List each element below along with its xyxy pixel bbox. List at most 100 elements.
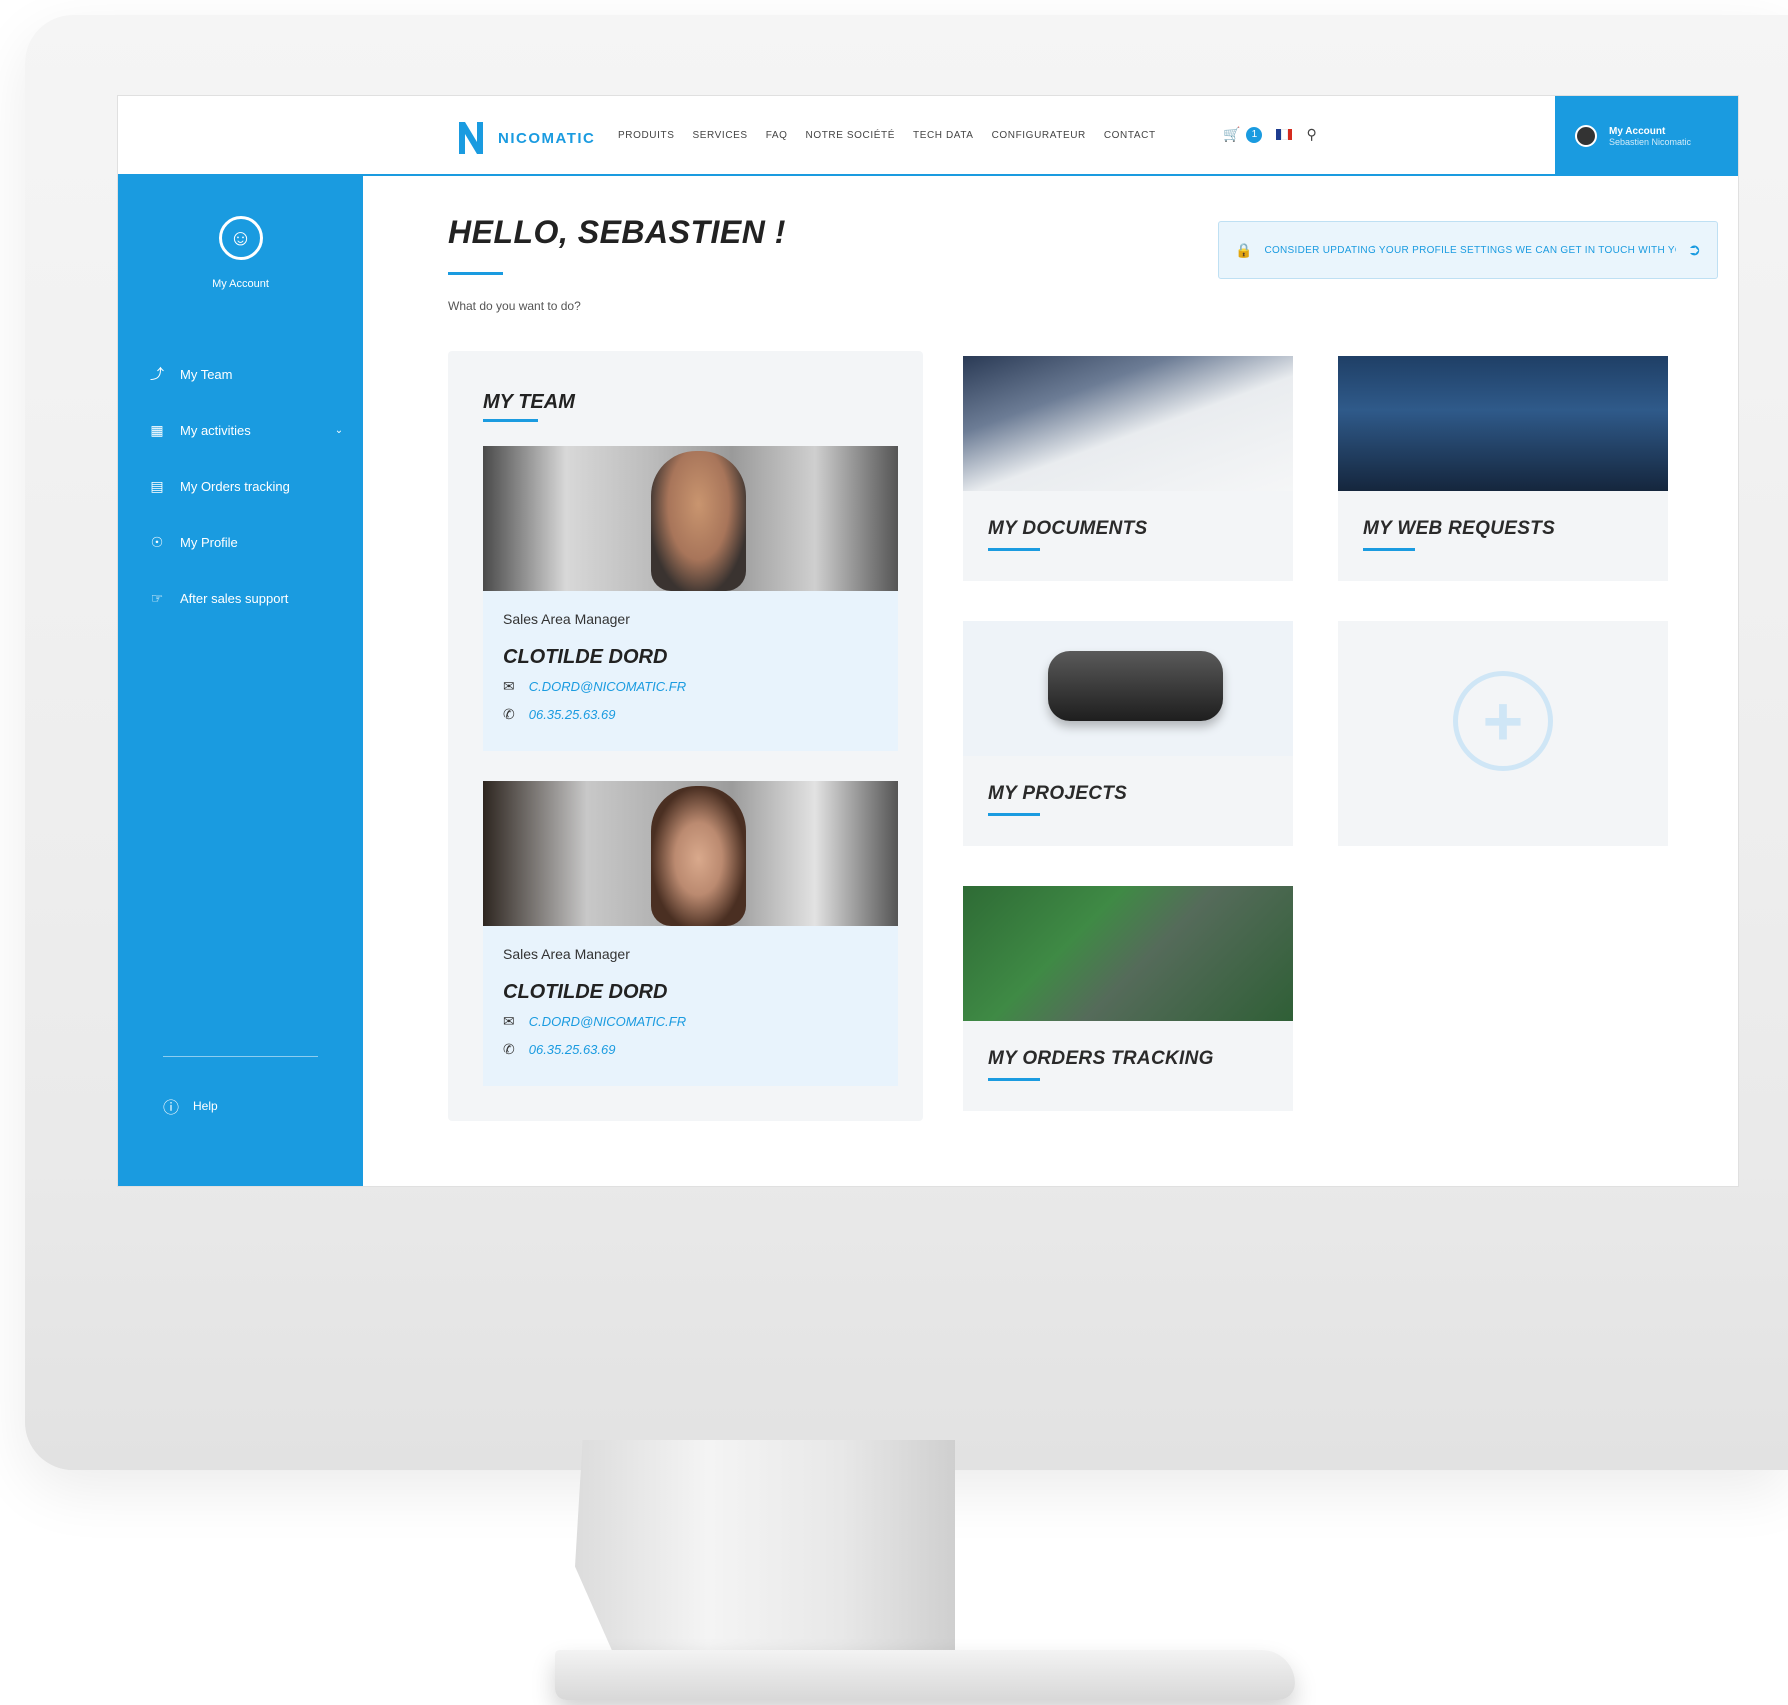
monitor-base xyxy=(555,1650,1295,1700)
sidebar-account[interactable]: ☺ My Account xyxy=(118,216,363,290)
plus-icon: + xyxy=(1453,671,1553,771)
help-icon: ⓘ xyxy=(163,1100,180,1117)
profile-icon: ☉ xyxy=(150,533,164,550)
cart-icon[interactable]: 🛒 xyxy=(1223,126,1240,143)
main-content: HELLO, SEBASTIEN ! What do you want to d… xyxy=(363,176,1738,1186)
documents-image xyxy=(963,356,1293,491)
member-email-text: C.DORD@NICOMATIC.FR xyxy=(528,679,687,694)
sidebar-account-label: My Account xyxy=(212,278,269,290)
tile-underline xyxy=(988,1078,1040,1081)
sidebar-item-my-profile[interactable]: ☉ My Profile xyxy=(148,514,343,570)
team-title: MY TEAM xyxy=(483,391,575,413)
tile-my-web-requests[interactable]: MY WEB REQUESTS xyxy=(1338,356,1668,581)
help-label: Help xyxy=(193,1099,218,1113)
sidebar-item-label: My activities xyxy=(180,422,251,438)
member-email[interactable]: ✉ C.DORD@NICOMATIC.FR xyxy=(503,678,686,695)
monitor-stand xyxy=(575,1440,955,1670)
member-phone[interactable]: ✆ 06.35.25.63.69 xyxy=(503,1041,615,1058)
sidebar-item-label: My Orders tracking xyxy=(180,478,290,494)
member-face xyxy=(651,451,746,591)
activities-icon: ▦ xyxy=(150,421,164,438)
tile-label: MY WEB REQUESTS xyxy=(1363,518,1556,539)
profile-notice[interactable]: 🔒 CONSIDER UPDATING YOUR PROFILE SETTING… xyxy=(1218,221,1718,279)
mail-icon: ✉ xyxy=(503,678,515,694)
cart-badge: 1 xyxy=(1246,126,1263,143)
flag-fr-icon[interactable] xyxy=(1276,129,1293,140)
projects-image xyxy=(963,621,1293,756)
member-phone-text: 06.35.25.63.69 xyxy=(528,707,616,722)
tile-my-orders-tracking[interactable]: MY ORDERS TRACKING xyxy=(963,886,1293,1111)
member-name: CLOTILDE DORD xyxy=(503,646,668,668)
team-member-card[interactable]: Sales Area Manager CLOTILDE DORD ✉ C.DOR… xyxy=(483,446,898,751)
user-account-box[interactable]: My Account Sebastien Nicomatic xyxy=(1555,96,1738,176)
nav-item-products[interactable]: PRODUITS xyxy=(618,130,674,141)
member-face xyxy=(651,786,746,926)
tile-underline xyxy=(988,548,1040,551)
nav-item-tech-data[interactable]: TECH DATA xyxy=(913,130,974,141)
member-role: Sales Area Manager xyxy=(503,946,630,962)
notice-text: CONSIDER UPDATING YOUR PROFILE SETTINGS … xyxy=(1264,244,1675,256)
tile-label: MY DOCUMENTS xyxy=(988,518,1148,539)
phone-icon: ✆ xyxy=(503,1041,515,1057)
mail-icon: ✉ xyxy=(503,1013,515,1029)
nav-item-contact[interactable]: CONTACT xyxy=(1104,130,1156,141)
support-icon: ☞ xyxy=(150,589,164,606)
page-subtitle: What do you want to do? xyxy=(448,299,581,313)
orders-icon: ▤ xyxy=(150,477,164,494)
member-email[interactable]: ✉ C.DORD@NICOMATIC.FR xyxy=(503,1013,686,1030)
logo[interactable]: NICOMATIC xyxy=(456,118,595,158)
team-icon: ⤴ xyxy=(150,366,164,382)
page-title: HELLO, SEBASTIEN ! xyxy=(448,214,786,250)
arrow-circle-icon[interactable]: ➲ xyxy=(1688,240,1701,260)
screen: NICOMATIC PRODUITS SERVICES FAQ NOTRE SO… xyxy=(117,95,1739,1187)
tile-add-new[interactable]: + xyxy=(1338,621,1668,846)
sidebar-item-my-team[interactable]: ⤴ My Team xyxy=(148,346,343,402)
member-phone-text: 06.35.25.63.69 xyxy=(528,1042,616,1057)
phone-icon: ✆ xyxy=(503,706,515,722)
tile-underline xyxy=(988,813,1040,816)
sidebar-menu: ⤴ My Team ▦ My activities ⌄ ▤ My Orders … xyxy=(148,346,343,626)
user-name: My Account xyxy=(1609,125,1666,137)
member-photo xyxy=(483,781,898,926)
title-underline xyxy=(448,272,503,275)
main-nav: PRODUITS SERVICES FAQ NOTRE SOCIÉTÉ TECH… xyxy=(618,130,1156,141)
member-phone[interactable]: ✆ 06.35.25.63.69 xyxy=(503,706,615,723)
tile-label: MY PROJECTS xyxy=(988,783,1128,804)
nav-tools: 🛒 1 ⚲ xyxy=(1223,126,1317,143)
web-requests-image xyxy=(1338,356,1668,491)
member-photo xyxy=(483,446,898,591)
top-navbar: NICOMATIC PRODUITS SERVICES FAQ NOTRE SO… xyxy=(118,96,1738,176)
search-icon[interactable]: ⚲ xyxy=(1306,126,1316,143)
sidebar-item-label: After sales support xyxy=(180,590,289,606)
nav-item-faq[interactable]: FAQ xyxy=(766,130,788,141)
sidebar-item-label: My Team xyxy=(180,366,233,382)
nav-item-company[interactable]: NOTRE SOCIÉTÉ xyxy=(806,130,895,141)
tile-underline xyxy=(1363,548,1415,551)
logo-mark-icon xyxy=(456,118,486,158)
sidebar: ☺ My Account ⤴ My Team ▦ My activities ⌄… xyxy=(118,176,363,1186)
logo-text: NICOMATIC xyxy=(498,129,596,147)
monitor-chin xyxy=(25,1180,1788,1470)
tile-my-projects[interactable]: MY PROJECTS xyxy=(963,621,1293,846)
team-title-underline xyxy=(483,419,538,422)
sidebar-divider xyxy=(163,1056,318,1057)
sidebar-item-orders-tracking[interactable]: ▤ My Orders tracking xyxy=(148,458,343,514)
connector-image xyxy=(1048,651,1223,721)
nav-item-configurator[interactable]: CONFIGURATEUR xyxy=(992,130,1086,141)
nav-item-services[interactable]: SERVICES xyxy=(692,130,747,141)
user-subtitle: Sebastien Nicomatic xyxy=(1609,136,1692,147)
avatar xyxy=(1575,125,1597,147)
account-icon: ☺ xyxy=(218,216,263,260)
member-name: CLOTILDE DORD xyxy=(503,981,668,1003)
chevron-down-icon: ⌄ xyxy=(334,424,344,436)
sidebar-help[interactable]: ⓘ Help xyxy=(163,1094,218,1118)
lock-icon: 🔒 xyxy=(1235,241,1253,258)
sidebar-item-label: My Profile xyxy=(180,534,238,550)
team-panel: MY TEAM Sales Area Manager CLOTILDE DORD… xyxy=(448,351,923,1121)
orders-image xyxy=(963,886,1293,1021)
team-member-card[interactable]: Sales Area Manager CLOTILDE DORD ✉ C.DOR… xyxy=(483,781,898,1086)
tile-my-documents[interactable]: MY DOCUMENTS xyxy=(963,356,1293,581)
sidebar-item-my-activities[interactable]: ▦ My activities ⌄ xyxy=(148,402,343,458)
member-email-text: C.DORD@NICOMATIC.FR xyxy=(528,1014,687,1029)
sidebar-item-after-sales[interactable]: ☞ After sales support xyxy=(148,570,343,626)
